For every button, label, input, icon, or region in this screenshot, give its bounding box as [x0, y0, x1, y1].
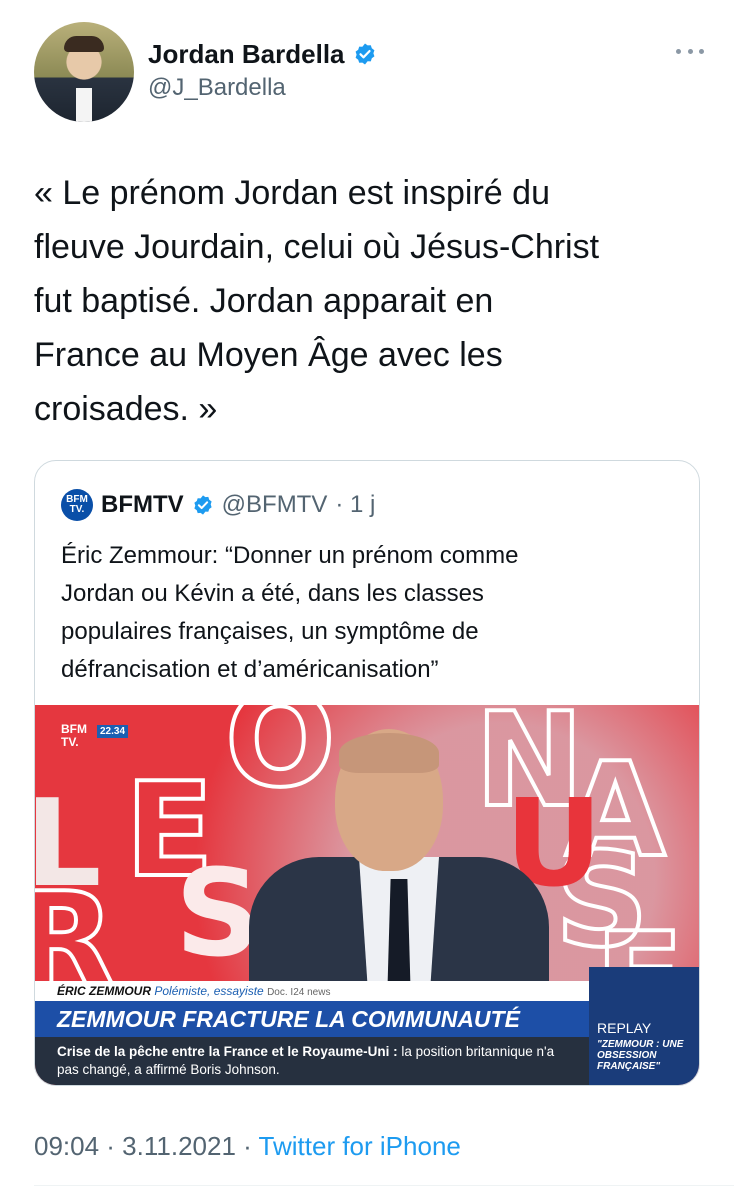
tweet-source-link[interactable]: Twitter for iPhone — [259, 1131, 461, 1161]
tweet-header: Jordan Bardella @J_Bardella — [34, 22, 704, 122]
replay-title: "ZEMMOUR : UNE OBSESSION FRANÇAISE" — [597, 1039, 684, 1072]
bfmtv-avatar[interactable]: BFM TV. — [61, 489, 93, 521]
bfm-channel-logo: BFM TV. — [61, 722, 87, 749]
ticker-bold-text: Crise de la pêche entre la France et le … — [57, 1044, 398, 1059]
lower-third-credit: Doc. I24 news — [267, 987, 331, 998]
lower-third-name: ÉRIC ZEMMOUR Polémiste, essayiste Doc. I… — [35, 981, 589, 1001]
news-ticker: Crise de la pêche entre la France et le … — [35, 1037, 589, 1085]
author-display-name-row[interactable]: Jordan Bardella — [148, 38, 377, 70]
replay-panel: REPLAY "ZEMMOUR : UNE OBSESSION FRANÇAIS… — [589, 967, 699, 1085]
lower-third-person: ÉRIC ZEMMOUR — [57, 984, 151, 998]
more-options-icon[interactable] — [676, 46, 704, 56]
avatar-hair — [64, 36, 104, 52]
verified-badge-icon — [355, 43, 374, 65]
lower-third-headline: ZEMMOUR FRACTURE LA COMMUNAUTÉ JUIVE — [35, 1001, 589, 1068]
author-display-name[interactable]: Jordan Bardella — [148, 38, 345, 70]
broadcast-clock: 22.34 — [97, 725, 129, 738]
verified-badge-icon — [194, 495, 212, 515]
lower-third-role: Polémiste, essayiste — [154, 984, 264, 998]
quoted-tweet-text: Éric Zemmour: “Donner un prénom comme Jo… — [61, 542, 519, 683]
divider — [34, 1185, 734, 1186]
quoted-tweet-video-thumbnail[interactable]: O N A E L R S S U E BFM TV. 22.34 ÉRIC Z… — [35, 705, 699, 1085]
tweet-text: « Le prénom Jordan est inspiré du fleuve… — [34, 174, 600, 428]
quoted-display-name: BFMTV — [101, 491, 184, 518]
tweet-timestamp[interactable]: 09:04 · 3.11.2021 · — [34, 1131, 259, 1161]
avatar-collar — [76, 88, 92, 122]
author-avatar[interactable] — [34, 22, 134, 122]
author-name-block: Jordan Bardella @J_Bardella — [148, 38, 377, 104]
quoted-tweet-card[interactable]: BFM TV. BFMTV @BFMTV · 1 j Éric Zemmour:… — [34, 460, 700, 1086]
author-handle[interactable]: @J_Bardella — [148, 72, 377, 104]
quoted-handle: @BFMTV — [221, 491, 328, 518]
quoted-tweet-header: BFM TV. BFMTV @BFMTV · 1 j — [61, 487, 375, 523]
replay-label: REPLAY — [597, 1020, 652, 1036]
quoted-age: · 1 j — [335, 491, 376, 518]
tweet-metadata: 09:04 · 3.11.2021 · Twitter for iPhone — [34, 1128, 461, 1164]
